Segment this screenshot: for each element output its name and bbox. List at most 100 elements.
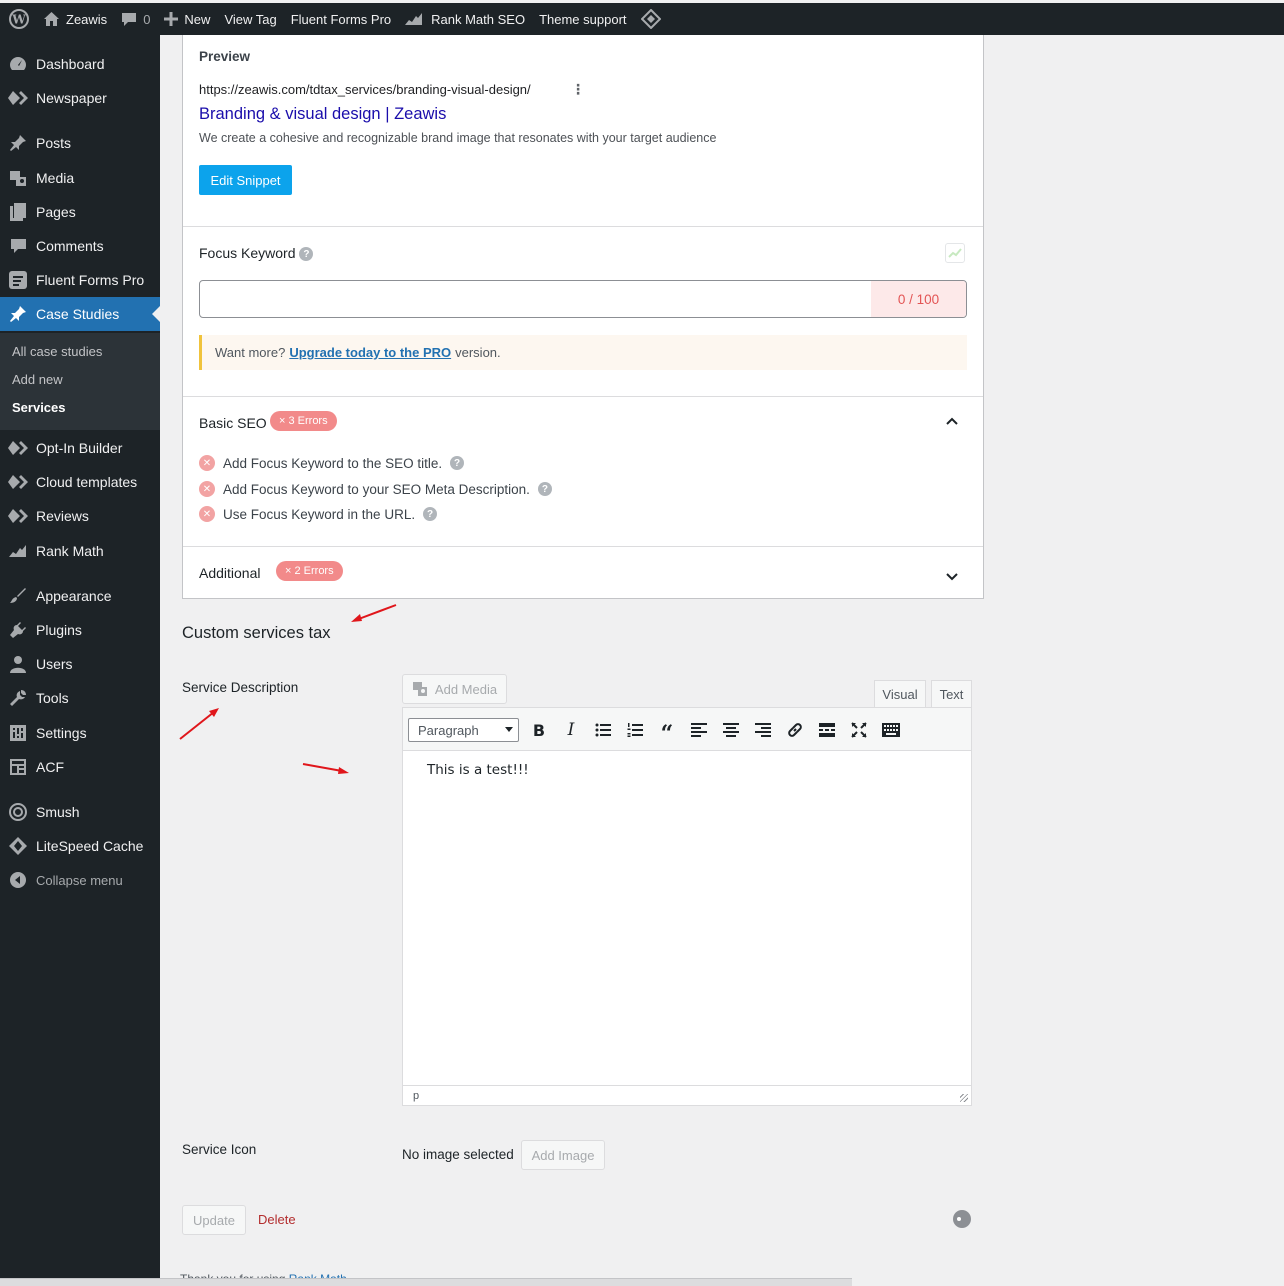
- menu-newspaper[interactable]: Newspaper: [0, 81, 160, 115]
- diamond-icon: [0, 509, 36, 523]
- menu-label: ACF: [36, 759, 64, 775]
- home-icon: [43, 11, 60, 27]
- align-right-icon[interactable]: [752, 719, 774, 741]
- annotation-arrow-icon: [302, 763, 349, 774]
- menu-media[interactable]: Media: [0, 161, 160, 195]
- help-icon[interactable]: ?: [299, 247, 314, 262]
- read-more-icon[interactable]: [816, 719, 838, 741]
- resize-handle-icon[interactable]: [960, 1094, 968, 1102]
- more-options-icon[interactable]: ⋮: [571, 81, 585, 98]
- menu-comments[interactable]: Comments: [0, 229, 160, 263]
- submenu-all-case-studies[interactable]: All case studies: [12, 344, 102, 359]
- menu-plugins[interactable]: Plugins: [0, 613, 160, 647]
- new-label: New: [184, 11, 211, 27]
- help-icon[interactable]: ?: [450, 456, 465, 470]
- format-select[interactable]: Paragraph: [408, 718, 519, 742]
- menu-label: LiteSpeed Cache: [36, 838, 144, 854]
- menu-cloud-templates[interactable]: Cloud templates: [0, 465, 160, 499]
- menu-label: Opt-In Builder: [36, 440, 123, 456]
- user-icon: [0, 655, 36, 673]
- menu-opt-in-builder[interactable]: Opt-In Builder: [0, 431, 160, 465]
- menu-smush[interactable]: Smush: [0, 795, 160, 829]
- bullet-list-icon[interactable]: [592, 719, 614, 741]
- blockquote-icon[interactable]: “: [656, 719, 678, 747]
- toolbar-toggle-icon[interactable]: [880, 719, 902, 741]
- diamond-icon: [0, 441, 36, 455]
- svg-text:W: W: [11, 13, 26, 27]
- menu-label: Posts: [36, 135, 72, 151]
- editor-toolbar: Paragraph B I “: [403, 708, 971, 751]
- additional-label[interactable]: Additional: [199, 565, 261, 581]
- menu-tools[interactable]: Tools: [0, 681, 160, 715]
- wordpress-logo-icon[interactable]: W: [2, 3, 36, 35]
- forms-icon: [0, 271, 36, 289]
- fluent-forms-link[interactable]: Fluent Forms Pro: [284, 3, 398, 35]
- check-text: Add Focus Keyword to your SEO Meta Descr…: [223, 481, 530, 497]
- comments-link[interactable]: 0: [114, 3, 157, 35]
- update-button[interactable]: Update: [182, 1205, 246, 1235]
- menu-settings[interactable]: Settings: [0, 716, 160, 750]
- align-left-icon[interactable]: [688, 719, 710, 741]
- pin-icon: [0, 305, 36, 323]
- menu-litespeed-cache[interactable]: LiteSpeed Cache: [0, 829, 160, 863]
- tab-visual[interactable]: Visual: [874, 680, 926, 709]
- element-path[interactable]: p: [413, 1090, 419, 1102]
- editor-content[interactable]: This is a test!!!: [427, 762, 529, 778]
- check-text: Use Focus Keyword in the URL.: [223, 506, 416, 522]
- tab-text[interactable]: Text: [931, 680, 972, 709]
- fullscreen-icon[interactable]: [848, 719, 870, 741]
- wrench-icon: [0, 689, 36, 707]
- menu-label: Case Studies: [36, 306, 120, 322]
- menu-dashboard[interactable]: Dashboard: [0, 47, 160, 81]
- numbered-list-icon[interactable]: [624, 719, 646, 741]
- submenu-services[interactable]: Services: [12, 400, 66, 415]
- divider: [183, 226, 983, 227]
- view-tag-link[interactable]: View Tag: [217, 3, 283, 35]
- menu-case-studies[interactable]: Case Studies: [0, 297, 160, 331]
- add-image-button[interactable]: Add Image: [521, 1140, 605, 1170]
- pin-icon: [0, 134, 36, 152]
- chevron-up-icon[interactable]: [946, 413, 958, 428]
- rank-math-metabox: Preview https://zeawis.com/tdtax_service…: [182, 35, 984, 599]
- diamond-icon[interactable]: [634, 3, 668, 35]
- rank-math-label: Rank Math SEO: [431, 11, 526, 27]
- upgrade-link[interactable]: Upgrade today to the PRO: [289, 345, 451, 360]
- site-name-link[interactable]: Zeawis: [36, 3, 114, 35]
- bottom-scrollbar[interactable]: [0, 1278, 852, 1286]
- basic-seo-label[interactable]: Basic SEO: [199, 415, 267, 431]
- focus-keyword-input[interactable]: 0 / 100: [199, 280, 967, 318]
- media-icon: [0, 169, 36, 187]
- menu-posts[interactable]: Posts: [0, 126, 160, 160]
- edit-snippet-button[interactable]: Edit Snippet: [199, 165, 292, 195]
- menu-fluent-forms[interactable]: Fluent Forms Pro: [0, 263, 160, 297]
- link-icon[interactable]: [784, 719, 806, 741]
- menu-appearance[interactable]: Appearance: [0, 579, 160, 613]
- error-icon: ✕: [199, 455, 215, 471]
- preview-title: Branding & visual design | Zeawis: [199, 105, 447, 123]
- menu-acf[interactable]: ACF: [0, 750, 160, 784]
- section-heading: Custom services tax: [182, 624, 331, 642]
- service-icon-label: Service Icon: [182, 1142, 257, 1157]
- new-content-link[interactable]: New: [157, 3, 217, 35]
- rank-math-link[interactable]: Rank Math SEO: [398, 3, 532, 35]
- trend-icon[interactable]: [945, 243, 965, 263]
- theme-support-link[interactable]: Theme support: [532, 3, 633, 35]
- italic-icon[interactable]: I: [560, 719, 582, 741]
- help-icon[interactable]: ?: [537, 482, 552, 496]
- align-center-icon[interactable]: [720, 719, 742, 741]
- menu-reviews[interactable]: Reviews: [0, 499, 160, 533]
- submenu-add-new[interactable]: Add new: [12, 372, 63, 387]
- menu-label: Settings: [36, 725, 87, 741]
- bold-icon[interactable]: B: [528, 719, 550, 741]
- help-icon[interactable]: ?: [423, 507, 438, 521]
- menu-label: Tools: [36, 690, 69, 706]
- menu-rank-math[interactable]: Rank Math: [0, 534, 160, 568]
- comment-icon: [121, 12, 137, 27]
- smush-icon: [0, 803, 36, 821]
- chevron-down-icon[interactable]: [946, 569, 958, 584]
- delete-link[interactable]: Delete: [258, 1212, 296, 1227]
- add-media-button[interactable]: Add Media: [402, 674, 507, 704]
- menu-pages[interactable]: Pages: [0, 195, 160, 229]
- collapse-menu-button[interactable]: Collapse menu: [0, 863, 160, 897]
- menu-users[interactable]: Users: [0, 647, 160, 681]
